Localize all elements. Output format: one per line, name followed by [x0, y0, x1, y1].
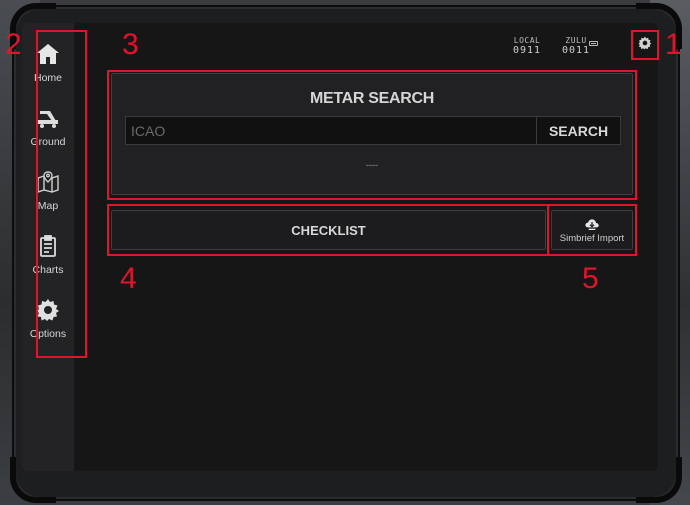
zulu-time-label: ZULU — [565, 36, 587, 45]
zulu-time-value: 0011 — [562, 45, 591, 56]
annotation-box-checklist — [107, 204, 549, 256]
local-time-value: 0911 — [513, 45, 542, 56]
battery-icon — [589, 41, 598, 46]
zulu-time-display: ZULU 0011 — [562, 36, 590, 56]
annotation-number-1: 1 — [665, 28, 682, 61]
annotation-box-settings — [631, 30, 659, 60]
annotation-number-2: 2 — [5, 28, 22, 61]
annotation-box-sidebar — [36, 30, 87, 358]
annotation-box-simbrief — [547, 204, 637, 256]
local-time-display: LOCAL 0911 — [513, 36, 541, 56]
annotation-number-4: 4 — [120, 262, 137, 295]
annotation-number-3: 3 — [122, 28, 139, 61]
annotation-box-metar — [107, 70, 637, 200]
local-time-label: LOCAL — [513, 36, 541, 45]
annotation-number-5: 5 — [582, 262, 599, 295]
